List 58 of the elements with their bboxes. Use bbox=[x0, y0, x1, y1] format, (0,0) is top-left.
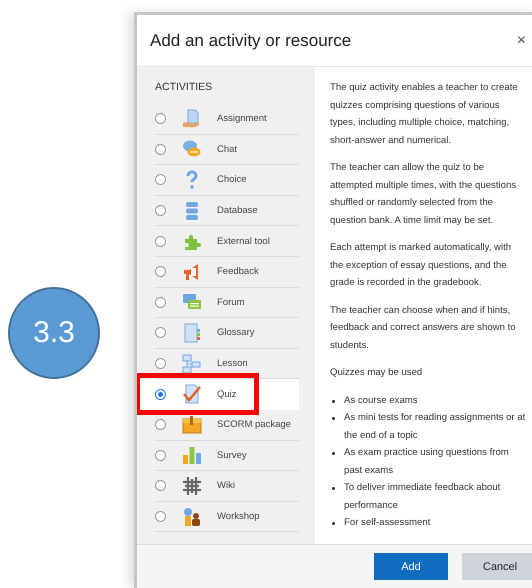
radio-button[interactable] bbox=[155, 174, 166, 186]
activity-label[interactable]: Database bbox=[217, 205, 258, 216]
bullet-icon bbox=[332, 487, 335, 490]
list-item: For self-assessment bbox=[344, 516, 430, 530]
activity-label[interactable]: Wiki bbox=[217, 480, 235, 492]
list-item: To deliver immediate feedback about performance bbox=[344, 481, 502, 512]
radio-button[interactable] bbox=[155, 450, 166, 461]
radio-button[interactable] bbox=[155, 266, 166, 278]
cancel-button[interactable]: Cancel bbox=[462, 553, 532, 580]
close-button[interactable]: × bbox=[516, 32, 526, 50]
activity-label[interactable]: Feedback bbox=[217, 266, 259, 278]
radio-button[interactable] bbox=[155, 358, 166, 370]
list-item: As course exams bbox=[344, 394, 418, 408]
section-heading: ACTIVITIES bbox=[155, 81, 214, 93]
activity-label[interactable]: External tool bbox=[217, 236, 270, 247]
list-item: As exam practice using questions from past exams bbox=[344, 446, 510, 478]
list-item: As mini tests for reading assignments or at the end of a topic bbox=[344, 411, 526, 442]
activity-label[interactable]: Forum bbox=[217, 296, 244, 308]
speech-bubbles-icon bbox=[182, 139, 202, 160]
bar-chart-icon bbox=[182, 445, 202, 466]
grid-icon bbox=[182, 476, 202, 496]
package-box-icon bbox=[182, 414, 202, 435]
dialog-title: Add an activity or resource bbox=[150, 30, 352, 50]
description-paragraph: The teacher can allow the quiz to be attempted multiple times, with the questions shuffled or randomly selected from the question bank. A time limit may be set. bbox=[330, 161, 518, 228]
step-badge: 3.3 bbox=[8, 287, 100, 379]
radio-button[interactable] bbox=[155, 144, 166, 155]
activity-label[interactable]: Glossary bbox=[217, 327, 254, 338]
book-icon bbox=[182, 322, 202, 343]
activity-label[interactable]: Choice bbox=[217, 174, 247, 186]
activity-label[interactable]: SCORM package bbox=[217, 419, 291, 430]
flowchart-icon bbox=[182, 354, 202, 374]
add-button[interactable]: Add bbox=[374, 553, 448, 580]
bullet-icon bbox=[332, 400, 335, 402]
bullet-icon bbox=[332, 417, 335, 420]
radio-button[interactable] bbox=[155, 205, 166, 216]
radio-button[interactable] bbox=[155, 296, 166, 308]
radio-button[interactable] bbox=[155, 113, 166, 124]
bullet-icon bbox=[332, 452, 335, 455]
description-paragraph: The teacher can choose when and if hints, feedback and correct answers are shown to students. bbox=[330, 304, 517, 352]
radio-button[interactable] bbox=[155, 236, 166, 247]
radio-button[interactable] bbox=[155, 327, 166, 338]
radio-button[interactable] bbox=[155, 388, 166, 400]
document-hand-icon bbox=[182, 108, 202, 129]
description-paragraph: The quiz activity enables a teacher to create quizzes comprising questions of various types, including multiple choice, matching, short-answer and numerical. bbox=[330, 81, 519, 148]
radio-button[interactable] bbox=[155, 511, 166, 522]
activity-label[interactable]: Quiz bbox=[217, 388, 237, 400]
activity-label[interactable]: Lesson bbox=[217, 358, 248, 370]
radio-button[interactable] bbox=[155, 480, 166, 492]
activity-label[interactable]: Survey bbox=[217, 450, 247, 461]
people-icon bbox=[182, 506, 202, 527]
checkmark-document-icon bbox=[182, 384, 202, 404]
bullet-icon bbox=[332, 522, 335, 525]
activity-label[interactable]: Chat bbox=[217, 144, 238, 155]
radio-button[interactable] bbox=[155, 419, 166, 430]
description-paragraph: Each attempt is marked automatically, with the exception of essay questions, and the grade is recorded in the gradebook. bbox=[330, 241, 512, 290]
description-paragraph: Quizzes may be used bbox=[330, 366, 424, 380]
activity-label[interactable]: Workshop bbox=[217, 511, 260, 522]
activity-label[interactable]: Assignment bbox=[217, 113, 267, 124]
